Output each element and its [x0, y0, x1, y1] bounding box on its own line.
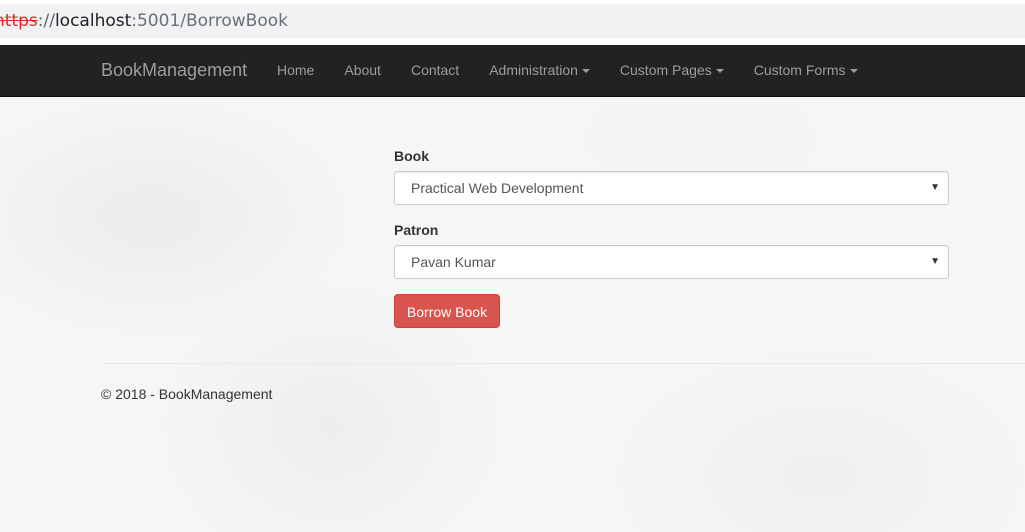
triangle-down-icon: ▼: [930, 182, 940, 193]
caret-down-icon: [849, 69, 858, 74]
patron-label: Patron: [394, 222, 439, 238]
top-navbar: BookManagement Home About Contact Admini…: [0, 45, 1025, 97]
nav-administration-label: Administration: [489, 62, 578, 78]
url-scheme: https: [0, 11, 38, 31]
book-select-value: Practical Web Development: [411, 180, 584, 196]
nav-administration-dropdown[interactable]: Administration: [474, 45, 605, 96]
borrow-book-button[interactable]: Borrow Book: [394, 294, 500, 328]
nav-contact[interactable]: Contact: [396, 45, 474, 96]
nav-custom-pages-label: Custom Pages: [619, 62, 712, 78]
triangle-down-icon: ▼: [930, 256, 940, 267]
brand-link[interactable]: BookManagement: [101, 45, 247, 96]
nav-links: Home About Contact Administration Custom…: [262, 45, 873, 96]
nav-custom-pages-dropdown[interactable]: Custom Pages: [605, 45, 739, 96]
nav-custom-forms-dropdown[interactable]: Custom Forms: [739, 45, 873, 96]
footer-copyright: © 2018 - BookManagement: [101, 386, 273, 402]
nav-home-label: Home: [277, 62, 315, 78]
browser-address-bar[interactable]: https://localhost:5001/BorrowBook: [0, 0, 1025, 40]
patron-select[interactable]: Pavan Kumar ▼: [394, 245, 949, 279]
book-select[interactable]: Practical Web Development ▼: [394, 171, 949, 205]
nav-home[interactable]: Home: [262, 45, 329, 96]
footer-divider: [101, 363, 1025, 364]
url-path: :5001/BorrowBook: [131, 11, 288, 31]
book-label: Book: [394, 148, 429, 164]
nav-about-label: About: [344, 62, 381, 78]
nav-custom-forms-label: Custom Forms: [753, 62, 846, 78]
nav-contact-label: Contact: [410, 62, 460, 78]
main-content: Book Practical Web Development ▼ Patron …: [0, 97, 1025, 532]
url-host: localhost: [54, 11, 132, 31]
patron-select-value: Pavan Kumar: [411, 254, 496, 270]
nav-about[interactable]: About: [329, 45, 396, 96]
caret-down-icon: [581, 69, 590, 74]
caret-down-icon: [715, 69, 724, 74]
url-field[interactable]: https://localhost:5001/BorrowBook: [0, 4, 1025, 38]
url-separator: ://: [37, 11, 55, 31]
